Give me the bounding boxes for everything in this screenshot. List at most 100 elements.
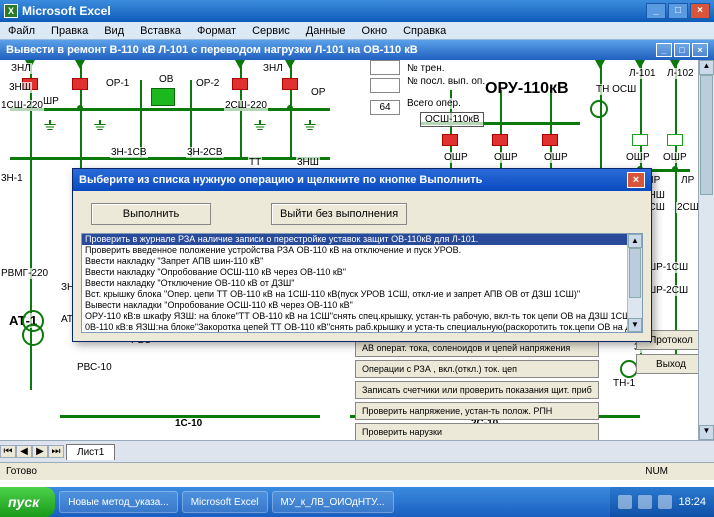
status-ready: Готово: [6, 466, 37, 477]
label-rvmg: РВМГ-220: [0, 268, 49, 279]
doc-close-button[interactable]: ×: [692, 43, 708, 57]
switch[interactable]: [232, 78, 248, 90]
tab-nav-first[interactable]: ⏮: [0, 445, 16, 458]
label-op2: ОР-2: [195, 78, 220, 89]
dialog-title-bar[interactable]: Выберите из списка нужную операцию и щел…: [73, 169, 651, 191]
menu-help[interactable]: Справка: [399, 24, 450, 38]
label-op: ОР: [310, 87, 326, 98]
excel-title-bar: X Microsoft Excel _ □ ×: [0, 0, 714, 22]
label-substation: ОРУ-110кВ: [485, 80, 569, 98]
menu-insert[interactable]: Вставка: [136, 24, 185, 38]
menu-format[interactable]: Формат: [193, 24, 240, 38]
switch[interactable]: [492, 134, 508, 146]
maximize-button[interactable]: □: [668, 3, 688, 19]
list-item[interactable]: Ввести накладку "Опробование ОСШ-110 кВ …: [82, 267, 642, 278]
list-item[interactable]: ОРУ-110 кВ:в шкафу ЯЗШ: на блоке"ТТ ОВ-1…: [82, 311, 642, 322]
list-item[interactable]: Проверить введенное положение устройства…: [82, 245, 642, 256]
sheet-tab-bar: ⏮ ◀ ▶ ⏭ Лист1: [0, 440, 714, 462]
label-2ssh220: 2СШ-220: [224, 100, 268, 111]
list-item[interactable]: Ввести накладку "Отключение ОВ-110 кВ от…: [82, 278, 642, 289]
cancel-button[interactable]: Выйти без выполнения: [271, 203, 407, 225]
system-tray[interactable]: 18:24: [610, 487, 714, 517]
label-tn1: ТН-1: [612, 378, 636, 389]
input-n-posl[interactable]: [370, 78, 400, 93]
start-button[interactable]: пуск: [0, 487, 55, 517]
switch[interactable]: [442, 134, 458, 146]
listbox-scrollbar[interactable]: ▲ ▼: [627, 234, 642, 332]
tab-nav-prev[interactable]: ◀: [16, 445, 32, 458]
listbox-scroll-down[interactable]: ▼: [628, 318, 642, 332]
label-op1: ОР-1: [105, 78, 130, 89]
menu-file[interactable]: Файл: [4, 24, 39, 38]
list-item[interactable]: 0В-110 кВ:в ЯЗШ:на блоке"Закоротка цепей…: [82, 322, 642, 333]
close-button[interactable]: ×: [690, 3, 710, 19]
exit-button[interactable]: Выход: [636, 354, 706, 374]
label-znl-2: ЗНЛ: [262, 63, 284, 74]
listbox-scroll-thumb[interactable]: [629, 248, 641, 298]
switch[interactable]: [667, 134, 683, 146]
tab-nav-last[interactable]: ⏭: [48, 445, 64, 458]
label-shr2ssh: ШР-2СШ: [646, 285, 689, 296]
clock[interactable]: 18:24: [678, 496, 706, 508]
app-title: Microsoft Excel: [22, 4, 111, 18]
label-shr1ssh: ШР-1СШ: [646, 262, 689, 273]
scroll-up-button[interactable]: ▲: [699, 60, 714, 75]
tray-icon[interactable]: [618, 495, 632, 509]
label-3n2sv: 3H-2СВ: [186, 147, 224, 158]
tab-nav-next[interactable]: ▶: [32, 445, 48, 458]
label-osh110: ОСШ-110кВ: [420, 112, 484, 127]
btn-rza-ops[interactable]: Операции с РЗА , вкл.(откл.) ток. цеп: [355, 360, 599, 378]
operation-listbox[interactable]: Проверить в журнале РЗА наличие записи о…: [81, 233, 643, 333]
doc-restore-button[interactable]: □: [674, 43, 690, 57]
btn-check-loads[interactable]: Проверить нарузки: [355, 423, 599, 440]
listbox-scroll-up[interactable]: ▲: [628, 234, 642, 248]
sheet-vertical-scrollbar[interactable]: ▲ ▼: [698, 60, 714, 440]
menu-view[interactable]: Вид: [100, 24, 128, 38]
label-tt: ТТ: [248, 157, 262, 168]
switch[interactable]: [72, 78, 88, 90]
minimize-button[interactable]: _: [646, 3, 666, 19]
list-item[interactable]: Вывести накладки "Опробование ОСШ-110 кВ…: [82, 300, 642, 311]
scroll-down-button[interactable]: ▼: [699, 425, 714, 440]
menu-window[interactable]: Окно: [358, 24, 392, 38]
label-oshr-3: ОШР: [543, 152, 569, 163]
menu-edit[interactable]: Правка: [47, 24, 92, 38]
label-3nsh-1: 3НШ: [8, 82, 32, 93]
switch[interactable]: [542, 134, 558, 146]
label-3nsh-r: 3НШ: [296, 157, 320, 168]
sheet-tab[interactable]: Лист1: [66, 444, 115, 460]
label-1c10: 1С-10: [174, 418, 203, 429]
taskbar-button[interactable]: Новые метод_указа...: [59, 491, 177, 513]
label-l101: Л-101: [628, 68, 657, 79]
btn-check-voltage[interactable]: Проверить напряжение, устан-ть полож. РП…: [355, 402, 599, 420]
menu-data[interactable]: Данные: [302, 24, 350, 38]
input-n-tren[interactable]: [370, 60, 400, 75]
btn-write-meters[interactable]: Записать счетчики или проверить показани…: [355, 381, 599, 399]
excel-icon: X: [4, 4, 18, 18]
taskbar-button[interactable]: МУ_к_ЛВ_ОИОдНТУ...: [272, 491, 394, 513]
label-vsego: Всего опер.: [406, 98, 462, 109]
list-item[interactable]: Вст. крышку блока "Опер. цепи ТТ ОВ-110 …: [82, 289, 642, 300]
label-oshr-5: ОШР: [662, 152, 688, 163]
switch[interactable]: [632, 134, 648, 146]
label-3n1sv: 3H-1СВ: [110, 147, 148, 158]
dialog-title: Выберите из списка нужную операцию и щел…: [79, 174, 482, 186]
scroll-thumb[interactable]: [700, 75, 713, 195]
windows-taskbar: пуск Новые метод_указа... Microsoft Exce…: [0, 487, 714, 517]
tray-icon[interactable]: [638, 495, 652, 509]
workbook-title: Вывести в ремонт В-110 кВ Л-101 с перево…: [6, 44, 418, 56]
execute-button[interactable]: Выполнить: [91, 203, 211, 225]
input-vsego[interactable]: [370, 100, 400, 115]
switch[interactable]: [282, 78, 298, 90]
dialog-close-button[interactable]: ×: [627, 172, 645, 188]
menu-tools[interactable]: Сервис: [248, 24, 294, 38]
doc-minimize-button[interactable]: _: [656, 43, 672, 57]
label-3n1: 3H-1: [0, 173, 24, 184]
label-oshr-4: ОШР: [625, 152, 651, 163]
list-item[interactable]: Ввести накладку "Запрет АПВ шин-110 кВ": [82, 256, 642, 267]
taskbar-button[interactable]: Microsoft Excel: [182, 491, 268, 513]
list-item[interactable]: Проверить в журнале РЗА наличие записи о…: [82, 234, 642, 245]
tray-icon[interactable]: [658, 495, 672, 509]
label-n-tren: № трен.: [406, 63, 446, 74]
switch-ov[interactable]: [151, 88, 175, 106]
